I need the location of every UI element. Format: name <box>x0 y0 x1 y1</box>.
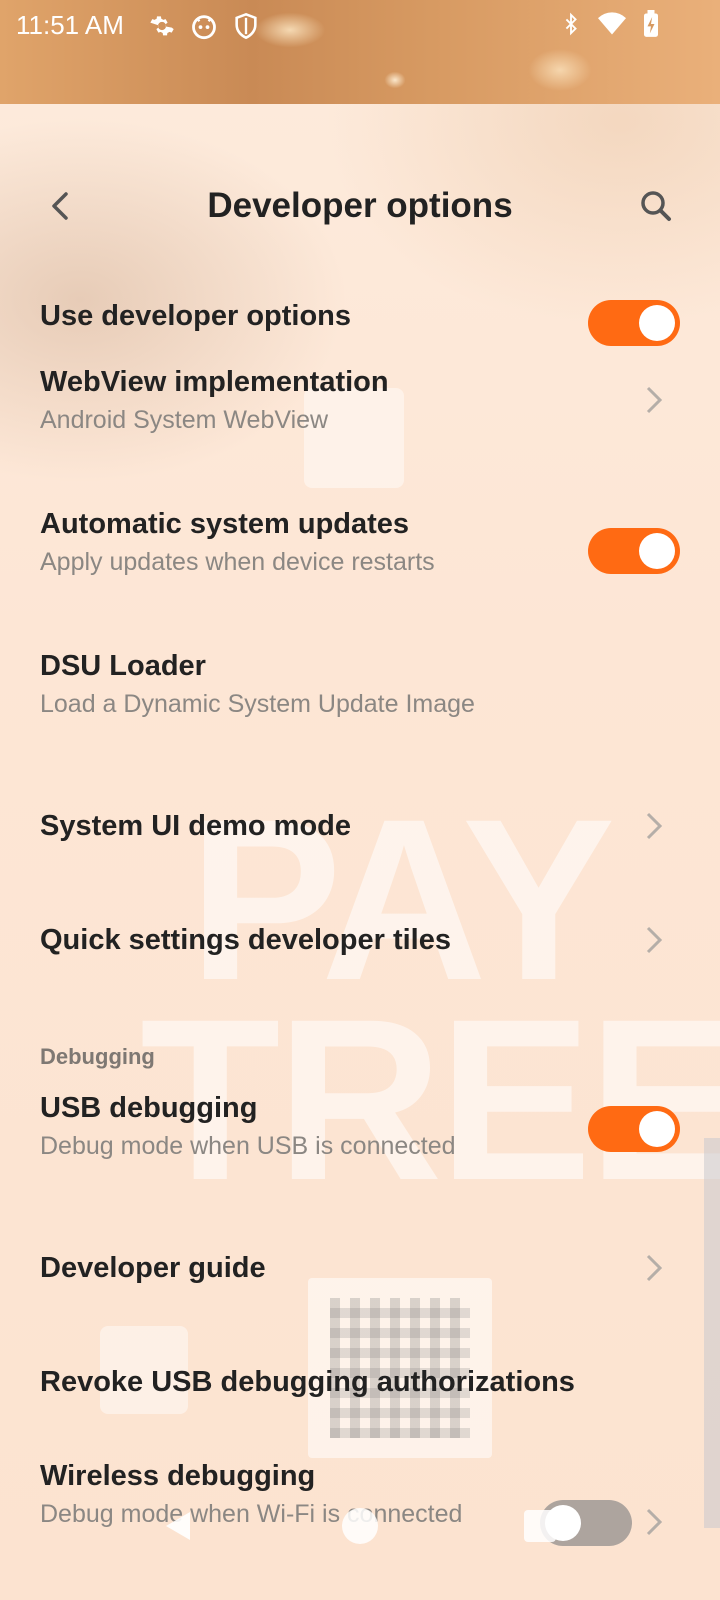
nav-recents-icon[interactable] <box>524 1510 556 1542</box>
page-title: Developer options <box>207 186 513 225</box>
setting-title: Revoke USB debugging authorizations <box>40 1366 575 1398</box>
setting-use-developer-options[interactable]: Use developer options <box>0 284 720 364</box>
gear-icon <box>150 16 174 36</box>
status-bar: 11:51 AM <box>0 0 720 52</box>
chevron-right-icon <box>646 386 663 414</box>
search-icon[interactable] <box>636 186 676 226</box>
setting-system-ui-demo-mode[interactable]: System UI demo mode <box>0 780 720 870</box>
setting-automatic-system-updates[interactable]: Automatic system updates Apply updates w… <box>0 500 720 600</box>
setting-title: DSU Loader <box>40 650 206 682</box>
status-time: 11:51 AM <box>16 10 124 40</box>
setting-subtitle: Apply updates when device restarts <box>40 548 435 576</box>
setting-title: Wireless debugging <box>40 1460 316 1492</box>
setting-usb-debugging[interactable]: USB debugging Debug mode when USB is con… <box>0 1084 720 1184</box>
toggle-switch-on[interactable] <box>588 1106 680 1152</box>
app-bar: Developer options <box>0 172 720 244</box>
setting-title: WebView implementation <box>40 366 389 398</box>
setting-webview-implementation[interactable]: WebView implementation Android System We… <box>0 364 720 454</box>
setting-revoke-usb-debugging-authorizations[interactable]: Revoke USB debugging authorizations <box>0 1336 720 1426</box>
bluetooth-icon <box>565 12 577 36</box>
wifi-icon <box>598 12 626 35</box>
setting-developer-guide[interactable]: Developer guide <box>0 1222 720 1312</box>
setting-title: Automatic system updates <box>40 508 410 540</box>
setting-subtitle: Android System WebView <box>40 406 329 434</box>
setting-title: System UI demo mode <box>40 810 352 842</box>
setting-title: Use developer options <box>40 300 352 332</box>
chevron-right-icon <box>646 812 663 840</box>
chevron-right-icon <box>646 926 663 954</box>
nav-back-icon[interactable] <box>160 1508 196 1544</box>
setting-subtitle: Debug mode when USB is connected <box>40 1132 456 1160</box>
toggle-switch-on[interactable] <box>588 300 680 346</box>
android-face-icon <box>192 15 216 40</box>
nav-home-icon[interactable] <box>342 1508 378 1544</box>
setting-title: Developer guide <box>40 1252 266 1284</box>
battery-icon <box>644 10 658 37</box>
toggle-switch-on[interactable] <box>588 528 680 574</box>
setting-subtitle: Load a Dynamic System Update Image <box>40 690 475 718</box>
setting-title: Quick settings developer tiles <box>40 924 451 956</box>
setting-quick-settings-developer-tiles[interactable]: Quick settings developer tiles <box>0 894 720 984</box>
section-header-debugging: Debugging <box>40 1044 155 1069</box>
navigation-bar <box>0 1496 720 1556</box>
setting-dsu-loader[interactable]: DSU Loader Load a Dynamic System Update … <box>0 642 720 742</box>
setting-title: USB debugging <box>40 1092 258 1124</box>
shield-icon <box>235 12 257 40</box>
chevron-right-icon <box>646 1254 663 1282</box>
